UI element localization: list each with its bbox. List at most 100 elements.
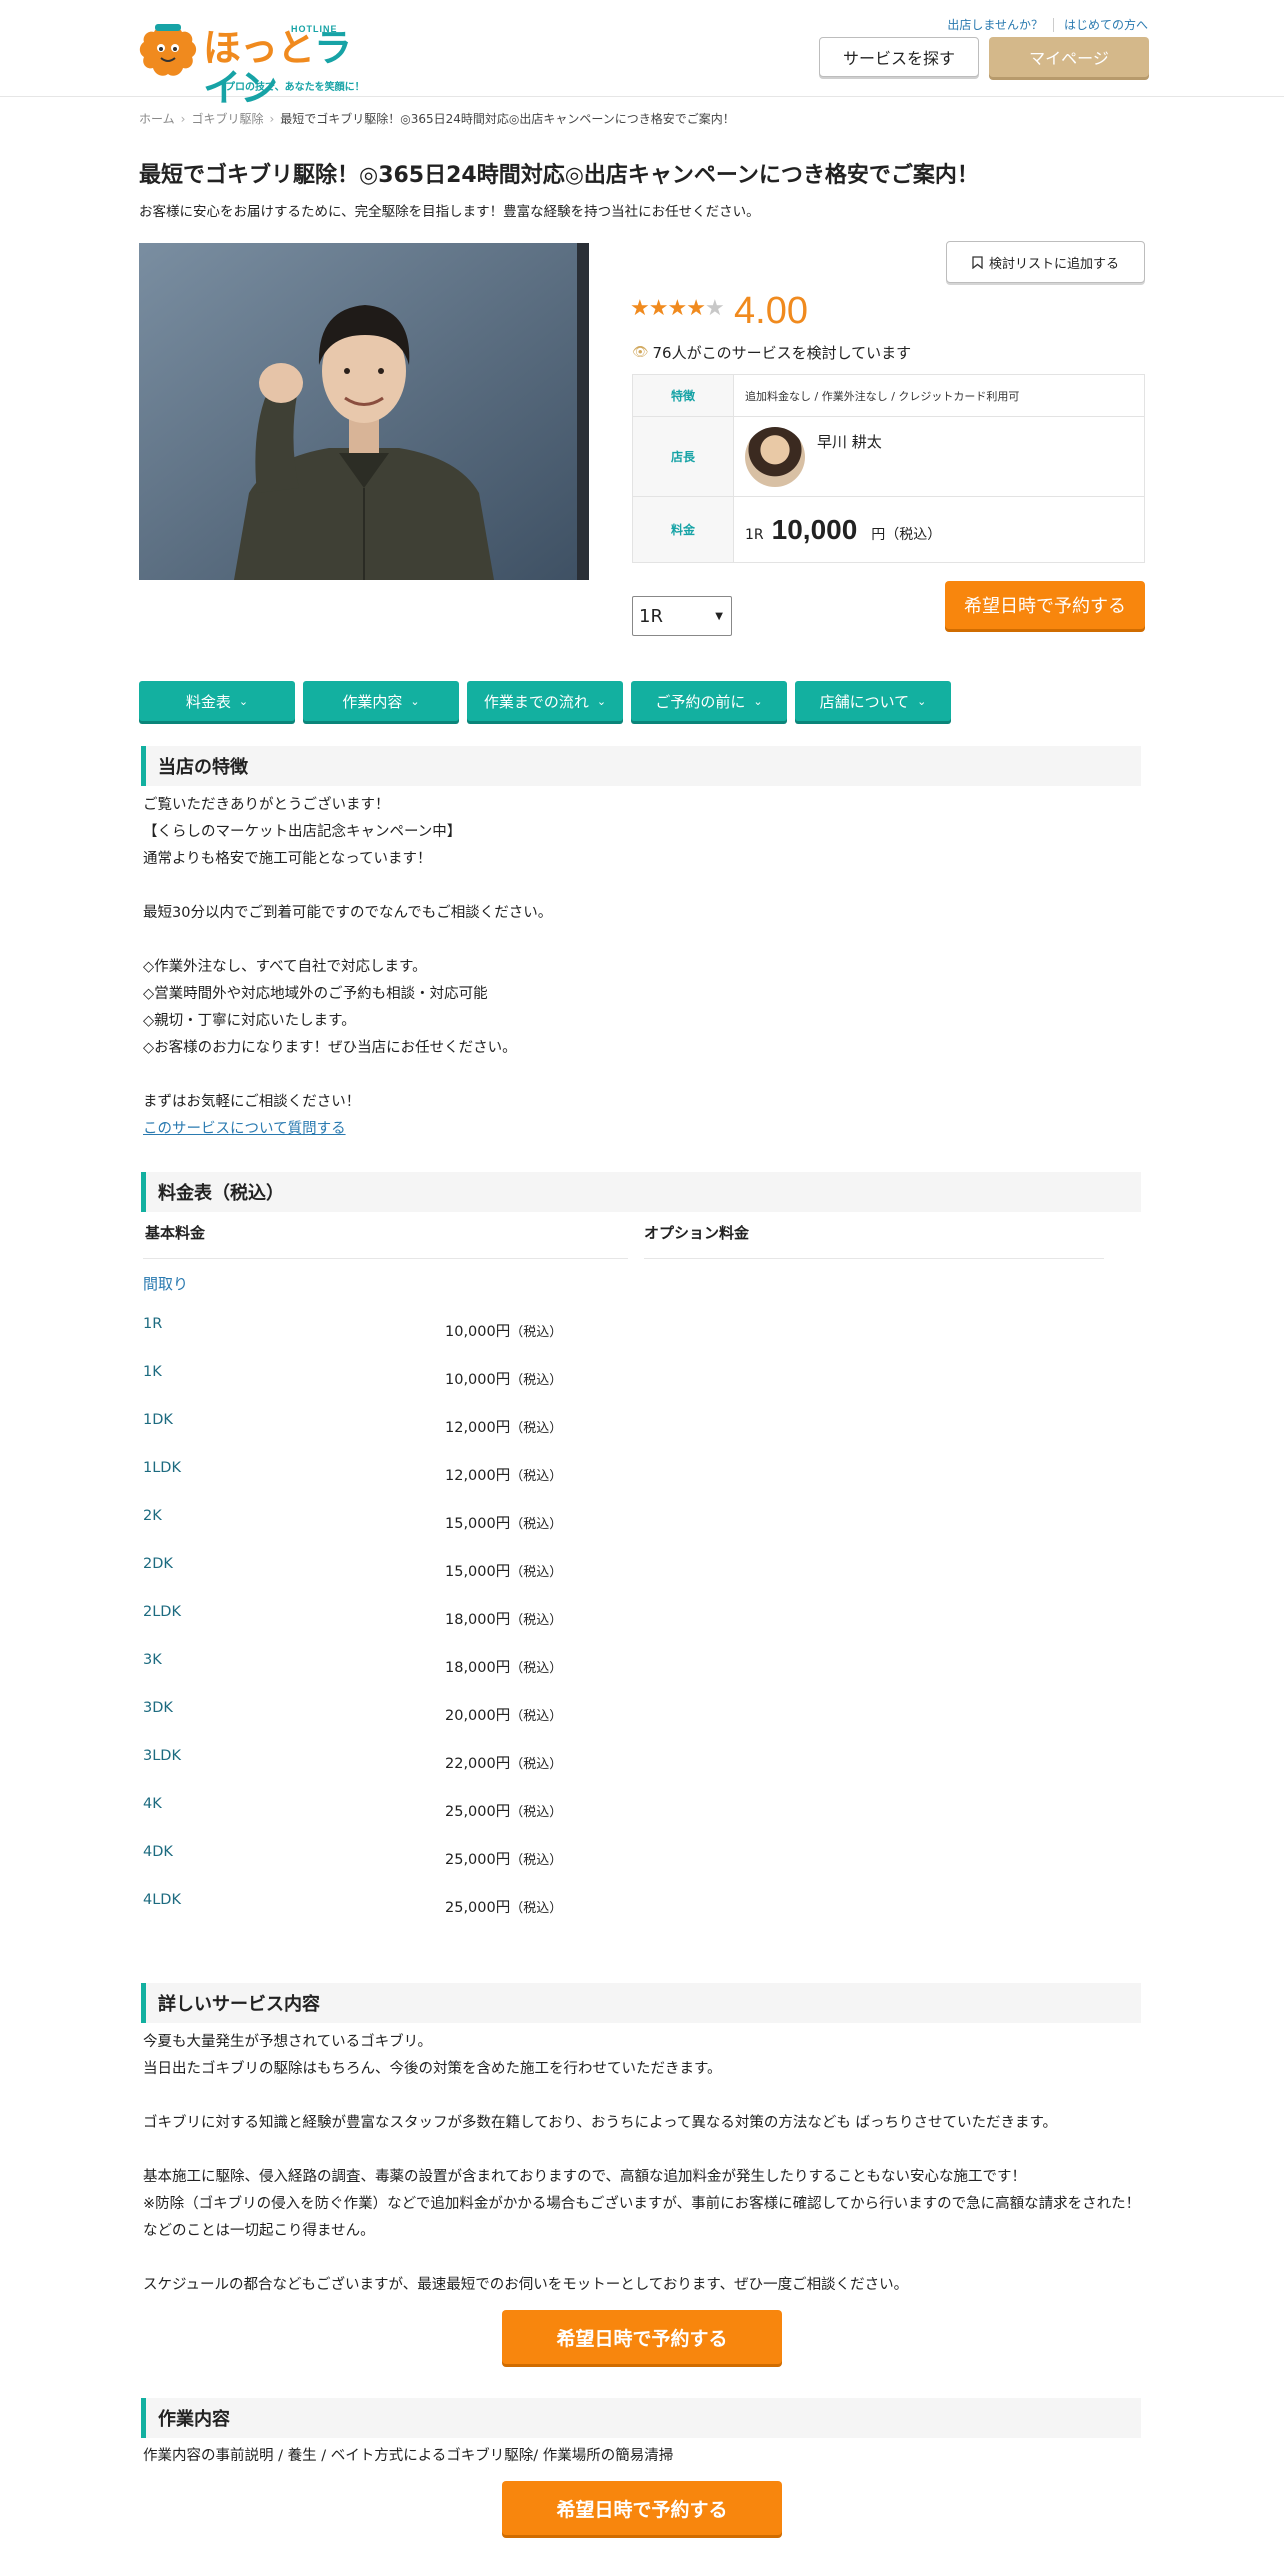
site-header: HOTLINE ほっとライン プロの技で、あなたを笑顔に！ 出店しませんか？ は… [0, 0, 1284, 108]
room-type-select[interactable]: 1R ▼ [632, 596, 732, 636]
price-room-type: 1R [143, 1316, 163, 1332]
price-value: 10,000円 [445, 1372, 511, 1388]
features-heading: 当店の特徴 [141, 746, 1141, 786]
price-room-type: 4K [143, 1796, 162, 1812]
fee-label: 料金 [632, 496, 734, 563]
manager-info[interactable]: 早川 耕太 [745, 426, 1144, 487]
wishlist-label: 検討リストに追加する [988, 256, 1119, 272]
search-service-button[interactable]: サービスを探す [819, 37, 979, 77]
logo-tagline: プロの技で、あなたを笑顔に！ [225, 82, 365, 93]
link-divider [1052, 17, 1054, 32]
chevron-down-icon: ⌄ [410, 694, 420, 708]
price-amount: 15,000円（税込） [445, 1560, 562, 1581]
price-tax-note: （税込） [510, 1325, 563, 1340]
price-amount: 15,000円（税込） [445, 1512, 562, 1533]
price-row: 2LDK 18,000円（税込） [143, 1604, 563, 1628]
breadcrumb-current: 最短でゴキブリ駆除！◎365日24時間対応◎出店キャンペーンにつき格安でご案内！ [280, 112, 735, 126]
tab-price[interactable]: 料金表 ⌄ [139, 681, 295, 721]
price-room-type: 3DK [143, 1700, 173, 1716]
first-time-link[interactable]: はじめての方へ [1064, 16, 1148, 33]
price-value: 25,000円 [445, 1804, 511, 1820]
chevron-down-icon: ⌄ [238, 694, 249, 708]
tab-flow[interactable]: 作業までの流れ ⌄ [467, 681, 623, 721]
tab-before-booking[interactable]: ご予約の前に ⌄ [631, 681, 787, 721]
chevron-down-icon: ⌄ [753, 694, 763, 708]
breadcrumb-home[interactable]: ホーム [139, 112, 175, 126]
price-amount: 25,000円（税込） [445, 1896, 562, 1917]
price-tax-note: （税込） [510, 1421, 563, 1436]
price-category: 間取り [143, 1275, 189, 1293]
book-button-middle[interactable]: 希望日時で予約する [502, 2310, 782, 2364]
features-value: 追加料金なし / 作業外注なし / クレジットカード利用可 [733, 374, 1145, 417]
site-logo[interactable]: HOTLINE ほっとライン プロの技で、あなたを笑顔に！ [137, 14, 377, 108]
work-body: 作業内容の事前説明 / 養生 / ベイト方式によるゴキブリ駆除/ 作業場所の簡易… [143, 2448, 674, 2464]
chevron-down-icon: ⌄ [917, 694, 927, 708]
avatar [745, 426, 805, 487]
book-button-top[interactable]: 希望日時で予約する [945, 581, 1145, 629]
price-value: 18,000円 [445, 1660, 511, 1676]
manager-name: 早川 耕太 [817, 432, 882, 451]
add-to-wishlist-button[interactable]: 検討リストに追加する [946, 241, 1145, 283]
price-value: 15,000円 [445, 1516, 511, 1532]
price-tax-note: （税込） [510, 1517, 563, 1532]
star-filled-icon: ★ [648, 296, 669, 321]
price-tax-note: （税込） [510, 1661, 563, 1676]
viewers-text: 76人がこのサービスを検討しています [652, 344, 912, 362]
fee-unit: 円（税込） [871, 526, 942, 543]
open-shop-link[interactable]: 出店しませんか？ [947, 16, 1043, 33]
work-heading: 作業内容 [141, 2398, 1141, 2438]
book-button-bottom[interactable]: 希望日時で予約する [502, 2481, 782, 2535]
chevron-down-icon: ▼ [715, 610, 723, 622]
price-row: 3LDK 22,000円（税込） [143, 1748, 563, 1772]
price-tax-note: （税込） [510, 1565, 563, 1580]
price-value: 25,000円 [445, 1852, 511, 1868]
price-row: 2K 15,000円（税込） [143, 1508, 563, 1532]
staff-photo-image [139, 243, 589, 580]
price-amount: 22,000円（税込） [445, 1752, 562, 1773]
service-info-table: 特徴 追加料金なし / 作業外注なし / クレジットカード利用可 店長 早川 耕… [632, 374, 1145, 563]
price-amount: 12,000円（税込） [445, 1464, 562, 1485]
price-tax-note: （税込） [510, 1805, 563, 1820]
divider [143, 1258, 628, 1259]
price-room-type: 1K [143, 1364, 162, 1380]
rating-score: 4.00 [734, 290, 808, 332]
price-amount: 18,000円（税込） [445, 1656, 562, 1677]
price-value: 12,000円 [445, 1420, 511, 1436]
price-row: 1R 10,000円（税込） [143, 1316, 563, 1340]
tab-shop-info[interactable]: 店舗について ⌄ [795, 681, 951, 721]
price-room-type: 2LDK [143, 1604, 181, 1620]
price-row: 3DK 20,000円（税込） [143, 1700, 563, 1724]
ask-question-link[interactable]: このサービスについて質問する [143, 1117, 346, 1138]
price-heading: 料金表（税込） [141, 1172, 1141, 1212]
option-fee-header: オプション料金 [644, 1224, 750, 1242]
fee-display: 1R 10,000 円（税込） [745, 514, 1144, 546]
price-value: 10,000円 [445, 1324, 511, 1340]
detail-heading: 詳しいサービス内容 [141, 1983, 1141, 2023]
page-subtitle: お客様に安心をお届けするために、完全駆除を目指します！豊富な経験を持つ当社にお任… [139, 204, 760, 220]
viewers-count: 👁 76人がこのサービスを検討しています [632, 342, 911, 363]
price-value: 12,000円 [445, 1468, 511, 1484]
star-empty-icon: ★ [704, 296, 725, 321]
breadcrumb-category[interactable]: ゴキブリ駆除 [191, 112, 263, 126]
header-top-links: 出店しませんか？ はじめての方へ [947, 16, 1148, 33]
tab-work[interactable]: 作業内容 ⌄ [303, 681, 459, 721]
fee-room: 1R [745, 526, 764, 543]
features-label: 特徴 [632, 374, 734, 417]
section-tabs: 料金表 ⌄ 作業内容 ⌄ 作業までの流れ ⌄ ご予約の前に ⌄ 店舗について ⌄ [139, 681, 951, 721]
star-filled-icon: ★ [667, 296, 687, 321]
chevron-down-icon: ⌄ [596, 694, 607, 708]
star-filled-icon: ★ [630, 296, 650, 321]
page-title: 最短でゴキブリ駆除！◎365日24時間対応◎出店キャンペーンにつき格安でご案内！ [139, 163, 979, 188]
basic-fee-header: 基本料金 [145, 1224, 206, 1242]
price-amount: 12,000円（税込） [445, 1416, 562, 1437]
breadcrumb: ホーム › ゴキブリ駆除 › 最短でゴキブリ駆除！◎365日24時間対応◎出店キャンペー… [139, 110, 735, 127]
price-room-type: 4DK [143, 1844, 173, 1860]
price-amount: 20,000円（税込） [445, 1704, 562, 1725]
price-row: 4K 25,000円（税込） [143, 1796, 563, 1820]
mypage-button[interactable]: マイページ [989, 37, 1149, 77]
price-room-type: 3K [143, 1652, 162, 1668]
price-tax-note: （税込） [510, 1469, 563, 1484]
price-amount: 18,000円（税込） [445, 1608, 562, 1629]
price-row: 4DK 25,000円（税込） [143, 1844, 563, 1868]
price-row: 4LDK 25,000円（税込） [143, 1892, 563, 1916]
